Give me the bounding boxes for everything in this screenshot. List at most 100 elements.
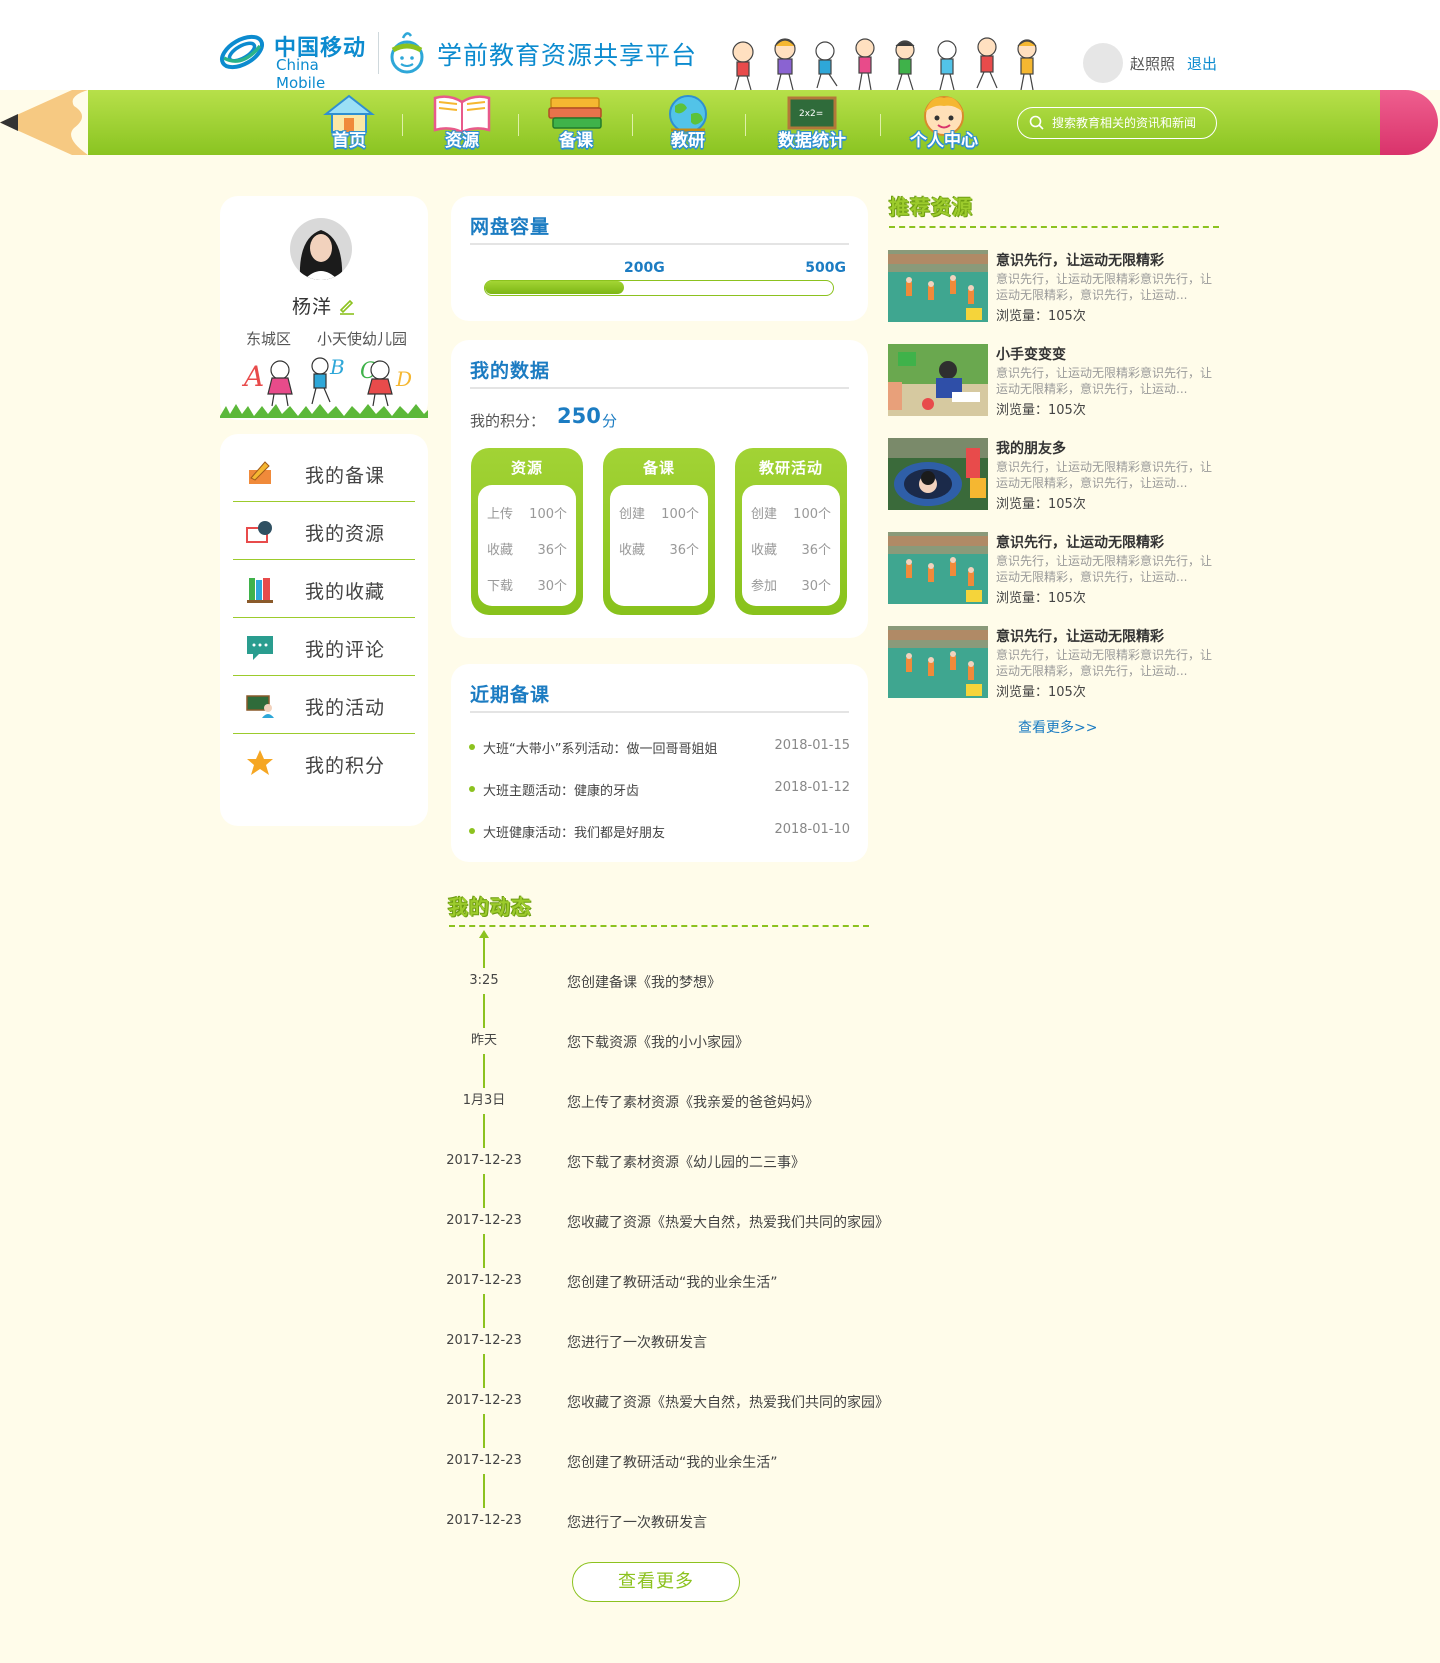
timeline-item[interactable]: 1月3日 您上传了素材资源《我亲爱的爸爸妈妈》 [444,1088,914,1116]
stat-row: 下载 30个 [487,575,567,595]
resource-title: 小手变变变 [996,347,1066,363]
timeline-event: 您收藏了资源《热爱大自然，热爱我们共同的家园》 [567,1395,889,1411]
timeline-item[interactable]: 3:25 您创建备课《我的梦想》 [444,968,914,996]
resource-thumbnail[interactable] [888,250,988,322]
resource-views: 浏览量：105次 [996,685,1086,700]
timeline-event: 您创建了教研活动“我的业余生活” [567,1455,778,1471]
timeline-item[interactable]: 2017-12-23 您进行了一次教研发言 [444,1508,914,1536]
nav-divider [745,114,746,136]
stat-row: 参加 30个 [751,575,831,595]
title-divider [470,711,849,713]
logout-link[interactable]: 退出 [1187,53,1217,74]
platform-logo-icon [390,32,424,74]
menu-my-resources[interactable]: 我的资源 [233,502,415,560]
resource-views: 浏览量：105次 [996,591,1086,606]
stat-card-lessons[interactable]: 备课 创建 100个 收藏 36个 [603,448,715,615]
platform-title: 学前教育资源共享平台 [437,41,698,70]
stat-key: 收藏 [751,543,778,558]
menu-my-activities[interactable]: 我的活动 [233,676,415,734]
recent-lesson-item[interactable]: 大班健康活动：我们都是好朋友 2018-01-10 [469,820,850,842]
nav-divider [402,114,403,136]
book-magnifier-icon [246,521,272,543]
menu-my-favorites[interactable]: 我的收藏 [233,560,415,618]
user-avatar[interactable] [1083,43,1123,83]
nav-statistics[interactable]: 2x2= 数据统计 [762,92,862,154]
timeline-time: 昨天 [444,1028,524,1054]
resource-thumbnail[interactable] [888,344,988,416]
recent-lesson-date: 2018-01-10 [774,822,850,837]
recommend-item[interactable]: 我的朋友多 意识先行，让运动无限精彩意识先行，让运动无限精彩，意识先行，让运动..… [888,438,1218,518]
timeline-item[interactable]: 2017-12-23 您创建了教研活动“我的业余生活” [444,1448,914,1476]
resource-thumbnail[interactable] [888,438,988,510]
timeline-item[interactable]: 2017-12-23 您创建了教研活动“我的业余生活” [444,1268,914,1296]
stat-card-resources[interactable]: 资源 上传 100个 收藏 36个 下载 30个 [471,448,583,615]
recent-lesson-item[interactable]: 大班主题活动：健康的牙齿 2018-01-12 [469,778,850,800]
stat-card-research[interactable]: 教研活动 创建 100个 收藏 36个 参加 30个 [735,448,847,615]
nav-research[interactable]: 教研 [654,92,722,154]
timeline-event: 您创建了教研活动“我的业余生活” [567,1275,778,1291]
nav-divider [518,114,519,136]
timeline-item[interactable]: 2017-12-23 您收藏了资源《热爱大自然，热爱我们共同的家园》 [444,1208,914,1236]
profile-avatar[interactable] [290,218,352,280]
resource-thumbnail[interactable] [888,626,988,698]
disk-progress-bar [484,280,834,296]
timeline-item[interactable]: 2017-12-23 您下载了素材资源《幼儿园的二三事》 [444,1148,914,1176]
disk-used-label: 200G [624,260,665,276]
timeline-item[interactable]: 2017-12-23 您进行了一次教研发言 [444,1328,914,1356]
nav-home[interactable]: 首页 [316,92,382,154]
profile-district: 东城区 [246,330,292,348]
nav-statistics-label: 数据统计 [778,131,846,151]
dynamic-title: 我的动态 [448,895,532,919]
resource-views: 浏览量：105次 [996,309,1086,324]
svg-text:B: B [329,355,345,379]
recent-lesson-item[interactable]: 大班“大带小”系列活动：做一回哥哥姐姐 2018-01-15 [469,736,850,758]
brand-en: China Mobile [276,56,326,92]
stat-row: 收藏 36个 [751,539,831,559]
recommend-more-link[interactable]: 查看更多>> [1018,717,1097,737]
logo-divider [378,32,379,74]
nav-home-label: 首页 [332,131,366,151]
profile-card: 杨洋 东城区 小天使幼儿园 A B C D [220,196,428,420]
china-mobile-logo[interactable]: 中国移动 China Mobile [218,26,368,92]
stat-title: 教研活动 [758,459,823,477]
resource-thumbnail[interactable] [888,532,988,604]
username[interactable]: 赵照照 [1130,53,1175,74]
stat-row: 创建 100个 [619,503,699,523]
timeline-item[interactable]: 昨天 您下载资源《我的小小家园》 [444,1028,914,1056]
recommend-item[interactable]: 意识先行，让运动无限精彩 意识先行，让运动无限精彩意识先行，让运动无限精彩，意识先… [888,626,1218,706]
menu-my-points[interactable]: 我的积分 [233,734,415,792]
menu-label: 我的活动 [305,697,386,719]
view-more-button[interactable]: 查看更多 [572,1562,740,1602]
timeline-event: 您下载了素材资源《幼儿园的二三事》 [567,1155,805,1171]
star-icon [247,750,273,775]
resource-description: 意识先行，让运动无限精彩意识先行，让运动无限精彩，意识先行，让运动... [996,460,1213,490]
timeline-time: 3:25 [444,968,524,994]
recommend-item[interactable]: 意识先行，让运动无限精彩 意识先行，让运动无限精彩意识先行，让运动无限精彩，意识先… [888,532,1218,612]
my-data-card: 我的数据 我的积分： 250 分 资源 上传 100个 收藏 36个 下载 30个 备… [451,340,868,638]
stat-value: 100个 [661,507,699,522]
nav-resources[interactable]: 资源 [424,92,500,154]
disk-capacity-card: 网盘容量 200G 500G [451,196,868,321]
recommend-item[interactable]: 意识先行，让运动无限精彩 意识先行，让运动无限精彩意识先行，让运动无限精彩，意识先… [888,250,1218,330]
menu-label: 我的资源 [305,523,386,545]
pencil-tip-decoration [0,90,100,155]
pencil-book-icon [249,461,271,484]
nav-personal-center[interactable]: 个人中心 [896,92,992,154]
menu-my-comments[interactable]: 我的评论 [233,618,415,676]
resource-views: 浏览量：105次 [996,497,1086,512]
edit-pencil-icon[interactable] [338,297,356,315]
dashed-divider [889,226,1219,228]
kids-abc-illustration: A B C D [220,355,428,418]
nav-lesson-prep[interactable]: 备课 [540,92,612,154]
stat-key: 上传 [487,507,514,522]
nav-personal-center-label: 个人中心 [910,131,978,151]
recommend-item[interactable]: 小手变变变 意识先行，让运动无限精彩意识先行，让运动无限精彩，意识先行，让运动..… [888,344,1218,424]
search-box[interactable] [1017,107,1217,139]
resource-description: 意识先行，让运动无限精彩意识先行，让运动无限精彩，意识先行，让运动... [996,272,1213,302]
cartoon-children-illustration [732,37,1037,91]
menu-my-lessons[interactable]: 我的备课 [233,444,415,502]
search-input[interactable] [1052,110,1210,136]
timeline-item[interactable]: 2017-12-23 您收藏了资源《热爱大自然，热爱我们共同的家园》 [444,1388,914,1416]
timeline-event: 您收藏了资源《热爱大自然，热爱我们共同的家园》 [567,1215,889,1231]
menu-label: 我的积分 [305,755,386,777]
